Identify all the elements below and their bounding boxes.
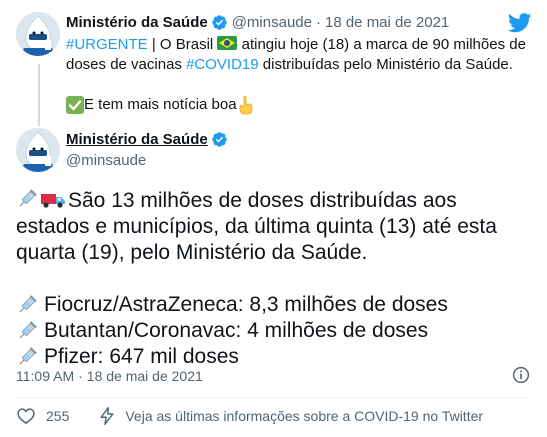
parent-header: Ministério da Saúde @minsaude · 18 de ma… [66,12,449,32]
hashtag-urgente[interactable]: #URGENTE [66,36,148,53]
parent-handle[interactable]: @minsaude [232,14,312,31]
meta-separator: · [78,368,83,384]
pointing-down-icon [239,95,252,115]
tweet-actions: 255 Veja as últimas informações sobre a … [16,405,483,427]
tweet-date[interactable]: 18 de mai de 2021 [87,368,203,384]
syringe-icon [19,189,37,207]
hashtag-covid19[interactable]: #COVID19 [186,56,259,73]
main-author-name[interactable]: Ministério da Saúde [66,131,208,148]
tweet-card: Ministério da Saúde @minsaude · 18 de ma… [0,0,547,437]
parent-tweet-text: #URGENTE | O Brasil atingiu hoje (18) a … [66,35,531,75]
like-count[interactable]: 255 [46,408,69,424]
syringe-icon [19,295,37,313]
twitter-bird-icon[interactable] [508,13,532,33]
verified-icon [211,132,227,147]
syringe-icon [19,347,37,365]
truck-icon [41,194,65,208]
parent-separator: · [315,13,321,31]
parent-tweet-line2: E tem mais notícia boa [66,95,255,115]
parent-text-part3: distribuídas pelo Ministério da Saúde. [258,56,513,73]
main-handle[interactable]: @minsaude [66,152,146,169]
syringe-icon [19,321,37,339]
vaccine-item-1: Fiocruz/AstraZeneca: 8,3 milhões de dose… [16,292,536,318]
main-paragraph: São 13 milhões de doses distribuídas aos… [16,188,536,266]
tweet-timestamp[interactable]: 11:09 AM · 18 de mai de 2021 [16,368,203,384]
main-line1: São 13 milhões de doses distribuídas aos… [16,189,497,264]
parent-line2-text: E tem mais notícia boa [84,96,237,113]
vaccine-item-3-text: Pfizer: 647 mil doses [44,345,239,368]
actions-divider [16,397,531,398]
vaccine-item-2: Butantan/Coronavac: 4 milhões de doses [16,318,536,344]
ze-gotinha-avatar-icon [16,128,60,172]
heart-icon[interactable] [16,406,36,426]
lightning-icon [100,406,114,426]
brazil-flag-icon [217,36,238,50]
thread-connector-line [38,64,40,126]
covid-info-link[interactable]: Veja as últimas informações sobre a COVI… [125,408,483,424]
parent-avatar[interactable] [16,12,60,56]
main-author: Ministério da Saúde [66,131,228,148]
parent-text-part1: | O Brasil [147,36,218,53]
check-mark-icon [66,96,84,114]
parent-date[interactable]: 18 de mai de 2021 [325,14,449,31]
vaccine-item-1-text: Fiocruz/AstraZeneca: 8,3 milhões de dose… [44,293,448,316]
ze-gotinha-avatar-icon [16,12,60,56]
parent-author-name[interactable]: Ministério da Saúde [66,14,208,31]
vaccine-item-3: Pfizer: 647 mil doses [16,344,536,370]
verified-icon [211,14,227,30]
tweet-time[interactable]: 11:09 AM [16,368,74,384]
main-avatar[interactable] [16,128,60,172]
main-tweet-text: São 13 milhões de doses distribuídas aos… [16,188,536,370]
vaccine-item-2-text: Butantan/Coronavac: 4 milhões de doses [44,319,429,342]
info-icon[interactable] [512,366,530,384]
